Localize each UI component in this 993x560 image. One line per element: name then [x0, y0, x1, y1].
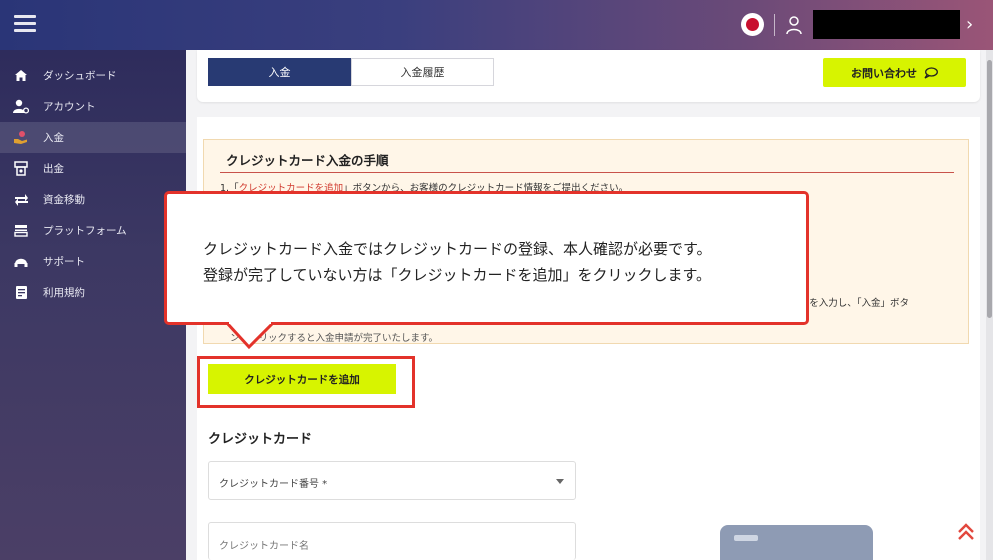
- sidebar: ダッシュボード アカウント 入金 出金 資金移動 プラットフォーム サポート 利…: [0, 50, 186, 560]
- sidebar-item-support[interactable]: サポート: [0, 246, 186, 277]
- add-credit-card-button[interactable]: クレジットカードを追加: [208, 364, 396, 394]
- callout-text: クレジットカード入金ではクレジットカードの登録、本人確認が必要です。 登録が完了…: [203, 236, 712, 288]
- japan-flag-icon[interactable]: [741, 13, 764, 36]
- credit-card-number-label: クレジットカード番号 *: [219, 479, 328, 490]
- divider: [220, 172, 954, 173]
- sidebar-item-deposit[interactable]: 入金: [0, 122, 186, 153]
- credit-card-illustration: [720, 525, 873, 560]
- platform-icon: [13, 223, 29, 239]
- sidebar-item-label: アカウント: [43, 101, 96, 113]
- support-icon: [13, 254, 29, 270]
- sidebar-item-label: 利用規約: [43, 287, 85, 299]
- credit-card-name-placeholder: クレジットカード名: [219, 541, 309, 552]
- callout-line: 登録が完了していない方は「クレジットカードを追加」をクリックします。: [203, 266, 712, 284]
- credit-card-heading: クレジットカード: [208, 432, 313, 447]
- sidebar-item-terms[interactable]: 利用規約: [0, 277, 186, 308]
- main-card: クレジットカード入金の手順 1.「クレジットカードを追加」ボタンから、お客様のク…: [197, 117, 980, 560]
- sidebar-item-withdraw[interactable]: 出金: [0, 153, 186, 184]
- divider: [774, 14, 775, 36]
- sidebar-item-account[interactable]: アカウント: [0, 91, 186, 122]
- contact-button[interactable]: お問い合わせ: [823, 58, 966, 87]
- transfer-icon: [13, 192, 29, 208]
- home-icon: [13, 68, 29, 84]
- tab-deposit[interactable]: 入金: [208, 58, 351, 86]
- withdraw-icon: [13, 161, 29, 177]
- sidebar-item-label: ダッシュボード: [43, 70, 117, 82]
- tab-deposit-history[interactable]: 入金履歴: [351, 58, 494, 86]
- user-icon[interactable]: [785, 15, 803, 35]
- hamburger-menu-icon[interactable]: [14, 15, 36, 33]
- chevron-right-icon[interactable]: ›: [966, 14, 973, 35]
- step-text-partial: ド)を入力し、「入金」ボタ: [796, 298, 909, 309]
- tabs-card: 入金 入金履歴 お問い合わせ: [197, 50, 980, 102]
- scroll-to-top-icon[interactable]: [956, 522, 976, 542]
- sidebar-item-label: 出金: [43, 163, 64, 175]
- sidebar-item-transfer[interactable]: 資金移動: [0, 184, 186, 215]
- sidebar-item-label: プラットフォーム: [43, 225, 127, 237]
- callout-pointer: [227, 322, 275, 350]
- sidebar-item-label: 入金: [43, 132, 64, 144]
- scrollbar-thumb[interactable]: [987, 60, 992, 318]
- sidebar-item-dashboard[interactable]: ダッシュボード: [0, 60, 186, 91]
- steps-title: クレジットカード入金の手順: [226, 153, 389, 168]
- callout-line: クレジットカード入金ではクレジットカードの登録、本人確認が必要です。: [203, 240, 712, 258]
- account-settings-icon: [13, 99, 29, 115]
- caret-down-icon: [556, 479, 564, 484]
- terms-icon: [13, 285, 29, 301]
- user-name-redacted[interactable]: [813, 10, 960, 39]
- sidebar-item-label: 資金移動: [43, 194, 85, 206]
- sidebar-item-label: サポート: [43, 256, 85, 268]
- credit-card-number-select[interactable]: クレジットカード番号 *: [208, 461, 576, 500]
- chat-bubble-icon: [924, 66, 938, 79]
- deposit-icon: [13, 130, 29, 146]
- credit-card-name-field[interactable]: クレジットカード名: [208, 522, 576, 560]
- instruction-callout: クレジットカード入金ではクレジットカードの登録、本人確認が必要です。 登録が完了…: [164, 191, 809, 325]
- sidebar-item-platform[interactable]: プラットフォーム: [0, 215, 186, 246]
- contact-button-label: お問い合わせ: [851, 66, 917, 80]
- top-bar: ›: [0, 0, 993, 50]
